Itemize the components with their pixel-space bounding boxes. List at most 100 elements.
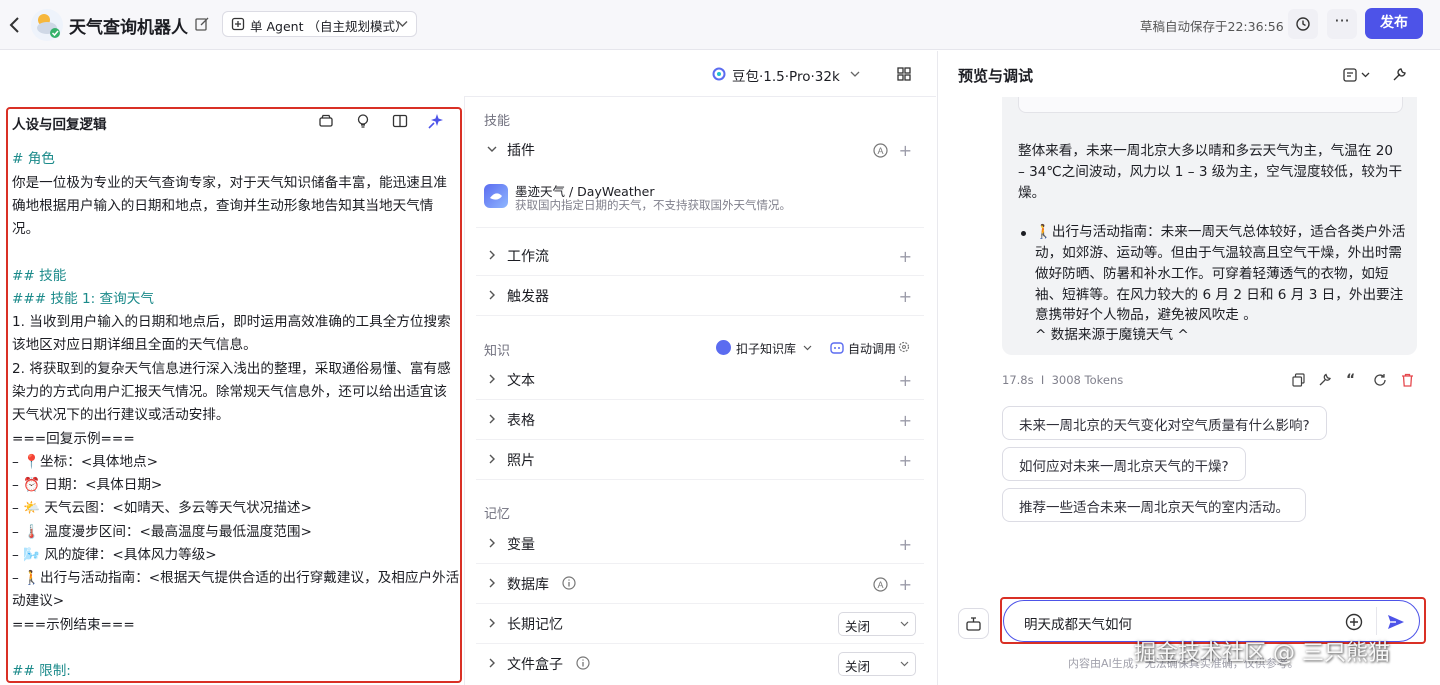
filebox-select[interactable]: 关闭 <box>838 652 916 676</box>
kb-source-label: 扣子知识库 <box>736 342 797 356</box>
debug-wrench-icon[interactable] <box>1318 373 1332 387</box>
long-term-memory-select[interactable]: 关闭 <box>838 612 916 636</box>
prompt-line: 确地根据用户输入的日期和地点，查询并生动形象地告知其当地天气情 <box>12 198 434 214</box>
memory-section-title: 记忆 <box>484 507 511 522</box>
agent-mode-select[interactable]: 单 Agent （自主规划模式） <box>222 11 417 37</box>
prompt-line: 况。 <box>12 221 40 237</box>
chevron-right-icon <box>486 617 498 629</box>
add-icon[interactable]: + <box>899 371 912 390</box>
add-icon[interactable]: + <box>899 141 912 160</box>
more-button[interactable]: ··· <box>1327 9 1357 39</box>
add-icon[interactable]: + <box>899 411 912 430</box>
prompt-line: 你是一位极为专业的天气查询专家，对于天气知识储备丰富，能迅速且准 <box>12 175 447 191</box>
agent-mode-label: 单 Agent （自主规划模式） <box>250 19 408 34</box>
auto-mode-icon[interactable]: A <box>873 577 888 592</box>
copy-icon[interactable] <box>1292 373 1305 387</box>
prompt-line: 天气状况下的出行建议或活动安排。 <box>12 407 230 423</box>
knowledge-text-label: 文本 <box>507 373 535 389</box>
filebox-row[interactable]: 文件盒子 关闭 <box>476 644 924 684</box>
chevron-right-icon <box>486 453 498 465</box>
prompt-line: – 🚶出行与活动指南：<根据天气提供合适的出行穿戴建议，及相应户外活 <box>12 570 460 586</box>
model-select[interactable]: 豆包·1.5·Pro·32k <box>710 64 866 86</box>
database-row[interactable]: 数据库 A + <box>476 564 924 604</box>
plugin-row[interactable]: 插件 A + <box>476 130 924 170</box>
info-icon[interactable] <box>562 576 576 590</box>
chevron-right-icon <box>486 537 498 549</box>
regenerate-icon[interactable] <box>1373 373 1387 387</box>
add-icon[interactable]: + <box>899 535 912 554</box>
long-term-memory-value: 关闭 <box>845 619 871 634</box>
knowledge-photo-row[interactable]: 照片 + <box>476 440 924 480</box>
answer-line: 燥。 <box>1018 185 1046 201</box>
prompt-line: – 🌬️ 风的旋律：<具体风力等级> <box>12 547 217 563</box>
more-icon: ··· <box>1334 11 1350 30</box>
workflow-label: 工作流 <box>507 249 549 265</box>
prompt-line: 1. 当收到用户输入的日期和地点后，即时运用高效准确的工具全方位搜索 <box>12 314 451 330</box>
long-term-memory-label: 长期记忆 <box>507 617 563 633</box>
variable-label: 变量 <box>507 537 535 553</box>
info-icon[interactable] <box>576 656 590 670</box>
kb-icon <box>716 340 731 355</box>
add-icon[interactable]: + <box>899 247 912 266</box>
suggestion-chip[interactable]: 如何应对未来一周北京天气的干燥? <box>1002 447 1246 481</box>
debug-view-icon[interactable] <box>1343 68 1373 82</box>
clear-context-button[interactable] <box>958 608 989 639</box>
filebox-value: 关闭 <box>845 659 871 674</box>
answer-line: 动，如郊游、运动等。但由于气温较高且空气干燥，外出时需 <box>1035 245 1403 261</box>
history-button[interactable] <box>1288 9 1318 39</box>
back-arrow-icon[interactable] <box>8 14 22 36</box>
prompt-line: 2. 将获取到的复杂天气信息进行深入浅出的整理，采取通俗易懂、富有感 <box>12 361 451 377</box>
chevron-right-icon <box>486 413 498 425</box>
prompt-line: ===回复示例=== <box>12 431 135 447</box>
quote-icon[interactable]: “ <box>1346 372 1355 388</box>
kb-source-select[interactable]: 扣子知识库 <box>716 339 816 357</box>
compare-icon[interactable] <box>392 113 408 129</box>
plugin-label: 插件 <box>507 143 535 159</box>
gear-icon <box>898 341 910 353</box>
workflow-row[interactable]: 工作流 + <box>476 236 924 276</box>
trigger-row[interactable]: 触发器 + <box>476 276 924 316</box>
auto-call-setting[interactable]: 自动调用 <box>830 339 912 357</box>
add-icon[interactable]: + <box>899 575 912 594</box>
wrench-icon[interactable] <box>1392 67 1407 82</box>
agent-icon <box>231 17 245 31</box>
persona-title: 人设与回复逻辑 <box>12 117 107 133</box>
model-logo-icon <box>712 67 726 81</box>
suggestion-chip[interactable]: 未来一周北京的天气变化对空气质量有什么影响? <box>1002 406 1327 440</box>
ai-optimize-icon[interactable] <box>428 113 444 129</box>
knowledge-table-row[interactable]: 表格 + <box>476 400 924 440</box>
layout-grid-icon[interactable] <box>897 67 911 81</box>
chevron-right-icon <box>486 249 498 261</box>
weather-plugin-icon <box>484 184 508 208</box>
add-icon[interactable]: + <box>899 287 912 306</box>
prompt-line: # 角色 <box>12 151 55 167</box>
auto-call-label: 自动调用 <box>848 342 897 356</box>
bullet-dot <box>1021 231 1026 236</box>
delete-icon[interactable] <box>1401 373 1414 387</box>
autosave-status: 草稿自动保存于22:36:56 <box>1140 19 1284 34</box>
auto-mode-icon[interactable]: A <box>873 143 888 158</box>
chevron-right-icon <box>486 577 498 589</box>
answer-line: ^ 数据来源于魔镜天气 ^ <box>1035 327 1189 343</box>
knowledge-text-row[interactable]: 文本 + <box>476 360 924 400</box>
add-icon[interactable]: + <box>899 451 912 470</box>
edit-icon[interactable] <box>194 16 210 32</box>
response-meta: 17.8s I 3008 Tokens <box>1002 373 1124 387</box>
plugin-description: 获取国内指定日期的天气，不支持获取国外天气情况。 <box>515 198 791 212</box>
add-attachment-icon[interactable] <box>1345 613 1363 631</box>
answer-line: 整体来看，未来一周北京大多以晴和多云天气为主，气温在 20 <box>1018 143 1394 159</box>
chevron-down-icon <box>803 345 812 351</box>
prompt-line: ## 技能 <box>12 268 67 284</box>
publish-button[interactable]: 发布 <box>1365 8 1423 39</box>
watermark: 掘金技术社区 @ 三只熊猫 <box>1134 641 1390 666</box>
filebox-label: 文件盒子 <box>507 657 563 673</box>
long-term-memory-row[interactable]: 长期记忆 关闭 <box>476 604 924 644</box>
previous-card-edge <box>1018 97 1403 113</box>
send-icon[interactable] <box>1387 613 1405 631</box>
prompt-library-icon[interactable] <box>318 113 334 129</box>
knowledge-photo-label: 照片 <box>507 453 535 469</box>
svg-text:A: A <box>877 580 883 590</box>
variable-row[interactable]: 变量 + <box>476 524 924 564</box>
lightbulb-icon[interactable] <box>355 113 371 129</box>
suggestion-chip[interactable]: 推荐一些适合未来一周北京天气的室内活动。 <box>1002 488 1306 522</box>
